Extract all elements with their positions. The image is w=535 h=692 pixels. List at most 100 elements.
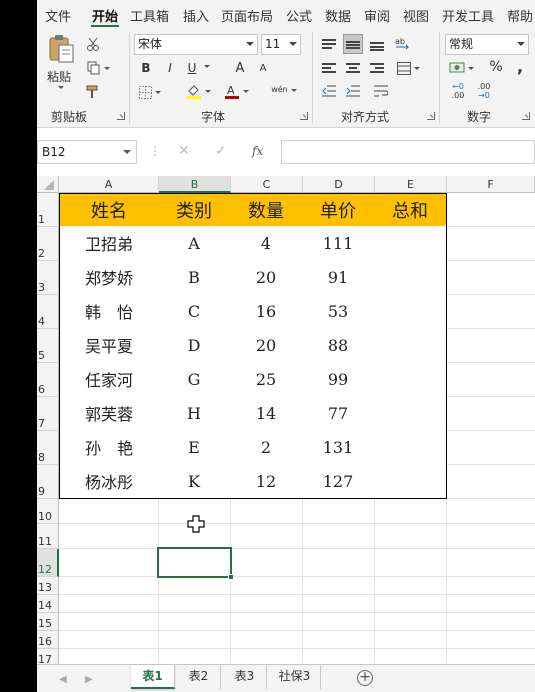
table-data-cell[interactable]: 77 xyxy=(302,396,375,431)
row-header-5[interactable]: 5 xyxy=(37,329,59,363)
column-header-f[interactable]: F xyxy=(447,176,535,193)
table-data-cell[interactable]: H xyxy=(158,396,231,431)
sheet-tab-3[interactable]: 表3 xyxy=(223,665,267,689)
fill-color-icon[interactable] xyxy=(183,82,213,100)
align-middle-icon[interactable] xyxy=(343,34,363,54)
table-data-cell[interactable] xyxy=(374,396,447,431)
table-data-cell[interactable]: 韩 怡 xyxy=(59,294,159,329)
name-box-dropdown-icon[interactable] xyxy=(123,150,131,154)
wrap-text-icon[interactable] xyxy=(371,82,391,100)
row-header-1[interactable]: 1 xyxy=(37,193,59,227)
table-data-cell[interactable] xyxy=(374,294,447,329)
align-center-icon[interactable] xyxy=(343,59,363,77)
table-data-cell[interactable] xyxy=(374,328,447,363)
column-header-e[interactable]: E xyxy=(375,176,447,193)
table-data-cell[interactable]: B xyxy=(158,260,231,295)
row-header-17[interactable]: 17 xyxy=(37,649,59,664)
table-data-cell[interactable]: 111 xyxy=(302,226,375,261)
align-bottom-icon[interactable] xyxy=(367,34,387,54)
alignment-launcher-icon[interactable] xyxy=(427,112,435,120)
next-sheet-icon[interactable]: ▶ xyxy=(85,674,93,685)
table-data-cell[interactable]: 91 xyxy=(302,260,375,295)
copy-icon[interactable] xyxy=(83,60,113,76)
sheet-tab-4[interactable]: 社保3 xyxy=(269,665,321,689)
row-header-3[interactable]: 3 xyxy=(37,261,59,295)
tab-help[interactable]: 帮助 xyxy=(507,6,533,25)
table-data-cell[interactable] xyxy=(374,464,447,499)
table-data-cell[interactable] xyxy=(374,362,447,397)
borders-icon[interactable] xyxy=(137,84,163,100)
tab-developer[interactable]: 开发工具 xyxy=(442,6,494,25)
table-data-cell[interactable]: 14 xyxy=(230,396,303,431)
table-data-cell[interactable]: 任家河 xyxy=(59,362,159,397)
paste-dropdown-icon[interactable] xyxy=(55,86,64,89)
table-data-cell[interactable] xyxy=(374,260,447,295)
table-data-cell[interactable] xyxy=(374,226,447,261)
table-data-cell[interactable]: 郑梦娇 xyxy=(59,260,159,295)
table-data-cell[interactable]: K xyxy=(158,464,231,499)
column-header-b[interactable]: B xyxy=(159,176,231,193)
percent-button[interactable]: % xyxy=(489,59,503,75)
font-color-icon[interactable]: A xyxy=(221,82,251,100)
table-data-cell[interactable]: 20 xyxy=(230,328,303,363)
fill-handle[interactable] xyxy=(228,574,234,580)
align-right-icon[interactable] xyxy=(367,59,387,77)
row-header-10[interactable]: 10 xyxy=(37,499,59,524)
row-header-8[interactable]: 8 xyxy=(37,431,59,465)
table-data-cell[interactable]: 127 xyxy=(302,464,375,499)
table-data-cell[interactable]: 20 xyxy=(230,260,303,295)
table-header-cell[interactable]: 姓名 xyxy=(59,193,159,227)
tab-page-layout[interactable]: 页面布局 xyxy=(221,6,273,25)
table-data-cell[interactable]: 99 xyxy=(302,362,375,397)
decrease-indent-icon[interactable] xyxy=(319,82,339,100)
tab-review[interactable]: 审阅 xyxy=(364,6,390,25)
paste-icon[interactable] xyxy=(47,34,75,64)
align-top-icon[interactable] xyxy=(319,34,339,54)
table-data-cell[interactable]: 2 xyxy=(230,430,303,465)
table-data-cell[interactable]: 12 xyxy=(230,464,303,499)
table-data-cell[interactable]: 郭芙蓉 xyxy=(59,396,159,431)
sheet-tab-1[interactable]: 表1 xyxy=(131,665,175,689)
selected-cell-outline[interactable] xyxy=(157,547,232,578)
table-data-cell[interactable]: G xyxy=(158,362,231,397)
row-header-4[interactable]: 4 xyxy=(37,295,59,329)
increase-indent-icon[interactable] xyxy=(343,82,363,100)
tab-home[interactable]: 开始 xyxy=(92,6,118,25)
table-data-cell[interactable]: D xyxy=(158,328,231,363)
shrink-font-button[interactable]: A xyxy=(257,63,269,74)
italic-button[interactable]: I xyxy=(163,61,177,75)
table-header-cell[interactable]: 数量 xyxy=(230,193,303,227)
bold-button[interactable]: B xyxy=(139,61,153,75)
orientation-icon[interactable]: ab xyxy=(393,33,413,55)
tab-view[interactable]: 视图 xyxy=(403,6,429,25)
row-header-7[interactable]: 7 xyxy=(37,397,59,431)
row-header-15[interactable]: 15 xyxy=(37,613,59,631)
tab-insert[interactable]: 插入 xyxy=(183,6,209,25)
merge-center-icon[interactable] xyxy=(393,59,423,77)
number-format-select[interactable]: 常规 xyxy=(445,34,529,55)
cancel-icon[interactable]: ✕ xyxy=(178,143,190,159)
select-all-corner[interactable] xyxy=(37,176,59,193)
enter-icon[interactable]: ✓ xyxy=(215,143,227,159)
underline-dropdown-icon[interactable] xyxy=(201,65,210,68)
row-header-11[interactable]: 11 xyxy=(37,524,59,549)
row-header-13[interactable]: 13 xyxy=(37,577,59,595)
comma-button[interactable]: , xyxy=(513,57,527,76)
row-header-14[interactable]: 14 xyxy=(37,595,59,613)
table-data-cell[interactable]: 53 xyxy=(302,294,375,329)
column-header-a[interactable]: A xyxy=(59,176,159,193)
spreadsheet-grid[interactable]: ABCDEF 1 2 3 4 5 6 7 8 9 10 11 12 13 14 15 16 17 姓名 类别 数量单… xyxy=(37,176,535,664)
row-header-2[interactable]: 2 xyxy=(37,227,59,261)
name-box[interactable]: B12 xyxy=(37,140,137,164)
font-launcher-icon[interactable] xyxy=(300,112,308,120)
row-header-16[interactable]: 16 xyxy=(37,631,59,649)
table-data-cell[interactable]: 杨冰彤 xyxy=(59,464,159,499)
tab-data[interactable]: 数据 xyxy=(325,6,351,25)
increase-decimal-icon[interactable]: ←0.00 xyxy=(447,81,469,101)
phonetic-guide-icon[interactable]: wén xyxy=(269,80,299,100)
tab-formulas[interactable]: 公式 xyxy=(286,6,312,25)
format-painter-icon[interactable] xyxy=(85,84,101,100)
table-data-cell[interactable]: 88 xyxy=(302,328,375,363)
table-header-cell[interactable]: 单价 xyxy=(302,193,375,227)
table-data-cell[interactable]: 卫招弟 xyxy=(59,226,159,261)
